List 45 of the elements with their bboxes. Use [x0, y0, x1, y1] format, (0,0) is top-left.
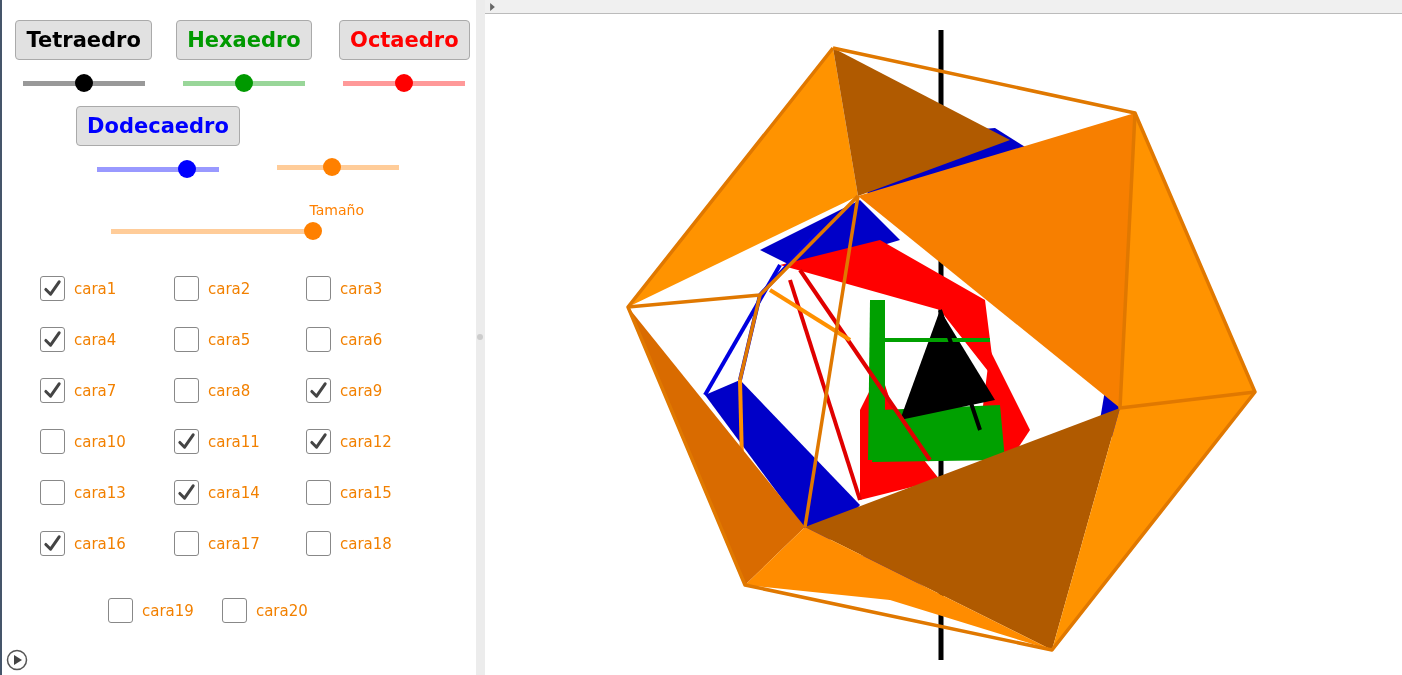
checkbox-label: cara14 [208, 483, 260, 502]
checkbox-label: cara18 [340, 534, 392, 553]
checkbox[interactable] [174, 429, 199, 454]
play-icon[interactable] [6, 649, 28, 671]
checkbox-label: cara11 [208, 432, 260, 451]
checkbox[interactable] [40, 480, 65, 505]
checkbox-label: cara13 [74, 483, 126, 502]
checkbox[interactable] [174, 378, 199, 403]
solid-button[interactable]: Tetraedro [15, 20, 152, 60]
toggle-icon[interactable] [490, 2, 495, 11]
checkbox[interactable] [221, 598, 247, 623]
checkbox-label: cara3 [340, 279, 383, 298]
checkbox[interactable] [306, 327, 331, 352]
checkbox-label: cara17 [208, 534, 260, 553]
checkbox[interactable] [40, 429, 65, 454]
checkbox-label: cara5 [208, 330, 251, 349]
checkbox[interactable] [174, 480, 199, 505]
checkbox[interactable] [306, 531, 331, 556]
checkbox[interactable] [174, 327, 199, 352]
checkbox-label: cara20 [255, 601, 308, 620]
checkbox[interactable] [306, 480, 331, 505]
checkbox[interactable] [108, 598, 133, 623]
checkbox-label: cara8 [208, 381, 251, 400]
checkbox[interactable] [306, 429, 331, 454]
checkbox[interactable] [40, 327, 65, 352]
solid-button[interactable]: Dodecaedro [76, 106, 240, 146]
checkbox-label: cara9 [340, 381, 383, 400]
checkbox[interactable] [306, 276, 331, 301]
checkbox-label: cara2 [208, 279, 251, 298]
slider-label: Tamaño [309, 202, 364, 218]
checkbox-label: cara7 [74, 381, 117, 400]
checkbox[interactable] [174, 531, 199, 556]
checkbox-label: cara15 [340, 483, 392, 502]
checkbox-label: cara1 [74, 279, 117, 298]
checkbox-label: cara6 [340, 330, 383, 349]
checkbox[interactable] [40, 531, 65, 556]
checkbox[interactable] [174, 276, 199, 301]
checkbox-label: cara12 [340, 432, 392, 451]
checkbox-label: cara10 [74, 432, 126, 451]
checkbox-label: cara19 [142, 601, 194, 620]
checkbox-label: cara4 [74, 330, 117, 349]
checkbox[interactable] [40, 378, 65, 403]
checkbox[interactable] [40, 276, 65, 301]
checkbox-label: cara16 [74, 534, 126, 553]
checkbox[interactable] [306, 378, 331, 403]
